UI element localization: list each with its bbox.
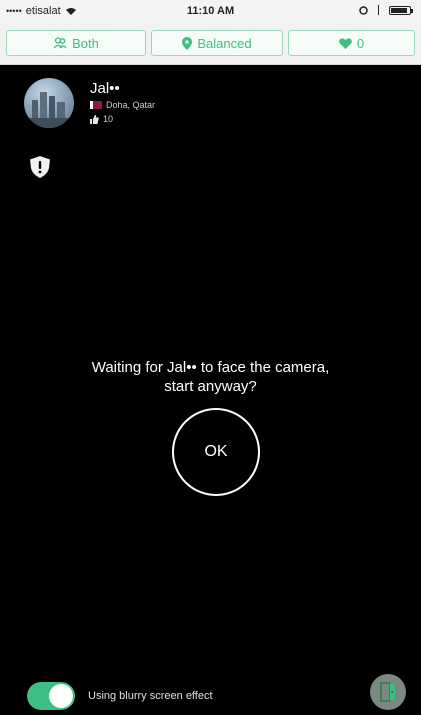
shield-alert-icon[interactable] <box>30 156 50 178</box>
qatar-flag-icon <box>90 101 102 109</box>
gender-filter-label: Both <box>72 35 99 51</box>
blur-effect-toggle[interactable] <box>27 682 75 710</box>
avatar-city-image <box>24 92 74 128</box>
hearts-count: 0 <box>356 35 365 51</box>
ok-button-label: OK <box>204 443 228 460</box>
people-icon <box>53 37 67 49</box>
gender-filter-button[interactable]: Both <box>6 30 146 56</box>
profile-likes: 10 <box>90 114 113 124</box>
video-chat-screen: ••••• etisalat 11:10 AM Both Balanced 0 … <box>0 0 421 715</box>
status-bar: ••••• etisalat 11:10 AM <box>0 0 421 24</box>
waiting-message-line2: start anyway? <box>164 378 257 395</box>
profile-location: Doha, Qatar <box>90 100 155 110</box>
mode-filter-button[interactable]: Balanced <box>151 30 283 56</box>
exit-door-icon <box>380 682 395 702</box>
exit-button[interactable] <box>370 674 406 710</box>
thumbs-up-icon <box>90 114 99 124</box>
likes-count: 10 <box>103 114 114 124</box>
waiting-message: Waiting for Jal•• to face the camera, st… <box>0 358 421 396</box>
mode-filter-label: Balanced <box>197 35 252 51</box>
bluetooth-icon <box>378 5 379 15</box>
clock: 11:10 AM <box>186 5 235 17</box>
ok-button[interactable]: OK <box>172 408 260 496</box>
hearts-filter-button[interactable]: 0 <box>288 30 415 56</box>
location-pin-icon <box>182 36 193 50</box>
profile-name: Jal•• <box>90 80 120 97</box>
heart-icon <box>339 37 352 49</box>
filter-bar: Both Balanced 0 <box>0 24 421 65</box>
location-label: Doha, Qatar <box>106 100 156 110</box>
avatar[interactable] <box>24 78 74 128</box>
battery-icon <box>389 5 413 15</box>
toggle-knob <box>49 684 73 708</box>
blur-effect-label: Using blurry screen effect <box>88 690 213 702</box>
alarm-icon <box>359 5 368 15</box>
waiting-message-line1: Waiting for Jal•• to face the camera, <box>91 359 330 376</box>
